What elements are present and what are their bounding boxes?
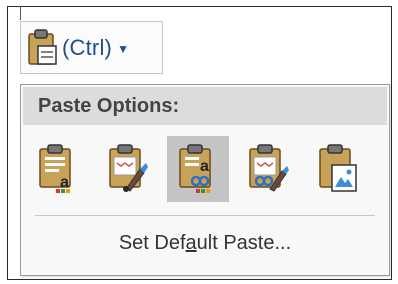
- keep-source-formatting-icon: a: [39, 144, 71, 193]
- merge-formatting-icon: [109, 144, 148, 192]
- use-destination-styles-icon: a: [179, 144, 211, 193]
- page-edge: [20, 6, 21, 20]
- menu-header: Paste Options:: [23, 87, 387, 125]
- merge-formatting-option[interactable]: [97, 136, 159, 202]
- svg-text:a: a: [200, 158, 209, 175]
- paste-options-menu: Paste Options: a a Set Def a ult Paste..…: [20, 84, 390, 276]
- picture-icon: [319, 144, 357, 192]
- keep-text-only-option[interactable]: [237, 136, 299, 202]
- keep-source-formatting-option[interactable]: a: [27, 136, 89, 202]
- paste-options-label: (Ctrl): [62, 34, 113, 60]
- keep-text-only-formatting-icon: [249, 144, 289, 192]
- set-default-paste-item[interactable]: Set Def a ult Paste...: [21, 223, 389, 263]
- set-default-label-post: ult Paste...: [196, 231, 292, 254]
- chevron-down-icon: ▼: [117, 42, 129, 56]
- menu-separator: [35, 215, 375, 216]
- menu-header-label: Paste Options:: [38, 94, 180, 117]
- svg-text:a: a: [60, 174, 69, 191]
- paste-as-picture-option[interactable]: [307, 136, 369, 202]
- clipboard-paste-icon: [28, 28, 57, 65]
- paste-options-button[interactable]: (Ctrl) ▼: [20, 21, 163, 74]
- use-destination-styles-option[interactable]: a: [167, 136, 229, 202]
- set-default-access-key: a: [185, 231, 197, 254]
- set-default-label-pre: Set Def: [118, 231, 186, 254]
- paste-options-row: a a: [27, 130, 383, 208]
